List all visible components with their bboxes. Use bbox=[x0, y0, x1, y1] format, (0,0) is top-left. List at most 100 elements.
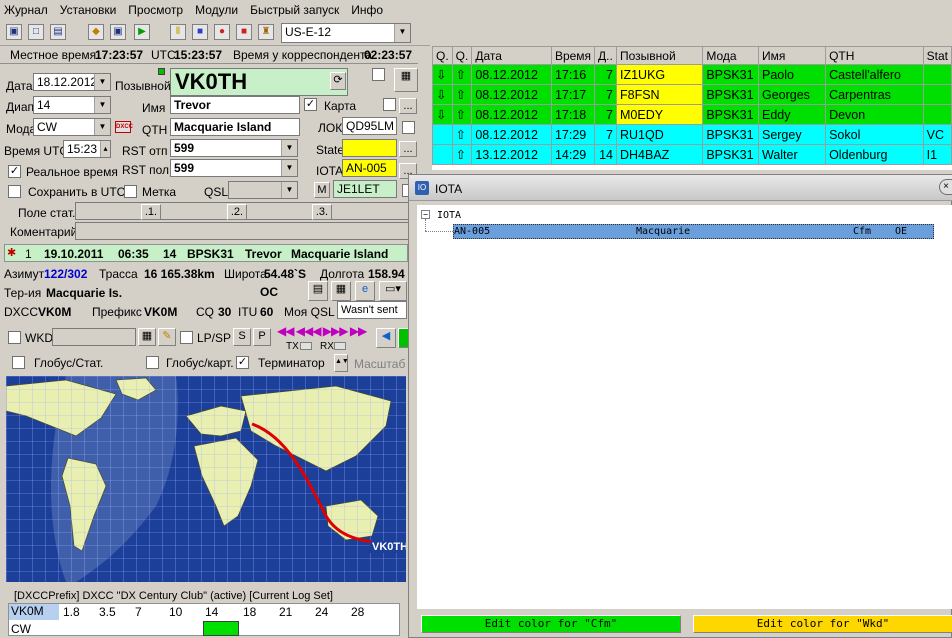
col-date[interactable]: Дата bbox=[471, 46, 552, 65]
qth-field[interactable]: Macquarie Island bbox=[170, 118, 300, 136]
refresh-icon[interactable]: ⟳ bbox=[330, 72, 346, 90]
scale-spinner[interactable]: ▲▼ bbox=[334, 354, 349, 372]
realtime-checkbox[interactable]: ✓ bbox=[8, 165, 21, 178]
callsign-field[interactable]: VK0TH bbox=[170, 68, 348, 96]
chevron-down-icon[interactable]: ▼ bbox=[94, 119, 110, 135]
iota-title-bar[interactable]: IO IOTA × bbox=[409, 175, 952, 201]
stop-record-icon[interactable]: ■ bbox=[236, 24, 252, 40]
record-icon[interactable]: ● bbox=[214, 24, 230, 40]
document-icon[interactable]: ▤ bbox=[308, 281, 328, 301]
menu-quick-launch[interactable]: Быстрый запуск bbox=[250, 3, 339, 17]
col-name[interactable]: Имя bbox=[757, 46, 827, 65]
qsl-select[interactable]: ▼ bbox=[228, 181, 298, 199]
wkd-checkbox[interactable] bbox=[8, 331, 21, 344]
log-table[interactable]: Q. Q. Дата Время Д.. Позывной Мода Имя Q… bbox=[432, 46, 952, 170]
name-field[interactable]: Trevor bbox=[170, 96, 300, 114]
manager-field[interactable]: JE1LET bbox=[333, 180, 397, 198]
mark-checkbox[interactable] bbox=[124, 185, 137, 198]
disk-icon[interactable]: ▣ bbox=[110, 24, 126, 40]
world-map[interactable]: VK0TH bbox=[6, 376, 406, 582]
edit-cfm-color-button[interactable]: Edit color for "Cfm" bbox=[421, 615, 681, 633]
iota-root-node[interactable]: IOTA bbox=[437, 209, 461, 223]
iota-selected-node[interactable]: AN-005 Macquarie Cfm OE bbox=[453, 224, 934, 239]
chevron-down-icon[interactable]: ▼ bbox=[281, 160, 297, 176]
close-icon[interactable]: × bbox=[939, 179, 952, 195]
date-field[interactable]: 18.12.2012 ▼ bbox=[33, 73, 111, 91]
stop-icon[interactable]: ■ bbox=[192, 24, 208, 40]
rst-rcvd-field[interactable]: 599 ▼ bbox=[170, 159, 298, 177]
collapse-icon[interactable]: − bbox=[421, 210, 430, 219]
stat-field-3-button[interactable]: .3. bbox=[312, 204, 332, 220]
save-utc-checkbox[interactable] bbox=[8, 185, 21, 198]
map-checkbox[interactable]: ✓ bbox=[304, 98, 317, 111]
edit-wkd-color-button[interactable]: Edit color for "Wkd" bbox=[693, 615, 952, 633]
col-callsign[interactable]: Позывной bbox=[615, 46, 704, 65]
state-more-button[interactable]: ... bbox=[399, 141, 417, 157]
chevron-down-icon[interactable]: ▼ bbox=[94, 97, 110, 113]
table-row[interactable]: ⇩ ⇧ 08.12.2012 17:17 7 F8FSN BPSK31 Georg… bbox=[432, 84, 952, 105]
col-stat[interactable]: Stat bbox=[922, 46, 952, 65]
spinner-icon[interactable]: ▴ bbox=[100, 141, 110, 157]
browser-icon[interactable]: e bbox=[355, 281, 375, 301]
col-band[interactable]: Д.. bbox=[594, 46, 617, 65]
grid-icon[interactable]: ▦ bbox=[138, 328, 156, 346]
state-field[interactable] bbox=[342, 139, 397, 157]
comment-field[interactable] bbox=[75, 222, 412, 240]
callsign-checkbox[interactable] bbox=[372, 68, 385, 81]
edit-icon[interactable]: ✎ bbox=[158, 328, 176, 346]
arrow-left-icon[interactable]: ◀ bbox=[376, 328, 396, 348]
manager-button[interactable]: M bbox=[314, 182, 330, 198]
film-icon[interactable]: ▤ bbox=[50, 24, 66, 40]
terminator-checkbox[interactable]: ✓ bbox=[236, 356, 249, 369]
menu-settings[interactable]: Установки bbox=[60, 3, 116, 17]
col-q2[interactable]: Q. bbox=[451, 46, 473, 65]
rewind-icons[interactable]: ◀◀ ◀◀◀ ▶▶▶ ▶▶ bbox=[277, 324, 367, 338]
previous-qso-row[interactable]: ✱ 1 19.10.2011 06:35 14 BPSK31 Trevor Ma… bbox=[4, 244, 408, 262]
p-button[interactable]: P bbox=[253, 328, 271, 346]
time-field[interactable]: 15:23 ▴ bbox=[63, 140, 111, 158]
rst-sent-field[interactable]: 599 ▼ bbox=[170, 139, 298, 157]
col-q1[interactable]: Q. bbox=[432, 46, 453, 65]
menu-modules[interactable]: Модули bbox=[195, 3, 238, 17]
globe-stat-checkbox[interactable] bbox=[12, 356, 25, 369]
chevron-down-icon[interactable]: ▼ bbox=[281, 140, 297, 156]
mode-select[interactable]: CW ▼ bbox=[33, 118, 111, 136]
col-time[interactable]: Время bbox=[550, 46, 596, 65]
col-mode[interactable]: Мода bbox=[702, 46, 759, 65]
table-row[interactable]: ⇧ 08.12.2012 17:29 7 RU1QD BPSK31 Sergey… bbox=[432, 124, 952, 145]
more-button[interactable]: ... bbox=[399, 98, 417, 114]
my-qsl-select[interactable]: Wasn't sent bbox=[337, 301, 407, 319]
menu-view[interactable]: Просмотр bbox=[128, 3, 183, 17]
swap-icon[interactable]: ◆ bbox=[88, 24, 104, 40]
new-icon[interactable]: □ bbox=[28, 24, 44, 40]
dxcc-icon[interactable]: DXCC bbox=[115, 121, 133, 133]
locator-field[interactable]: QD95LM bbox=[342, 117, 397, 135]
chevron-down-icon[interactable]: ▼ bbox=[281, 182, 297, 198]
save-icon[interactable]: ▣ bbox=[6, 24, 22, 40]
confirmed-band-cell[interactable] bbox=[203, 621, 239, 636]
locator-checkbox[interactable] bbox=[402, 121, 415, 134]
stat-field-2-button[interactable]: .2. bbox=[227, 204, 247, 220]
iota-field[interactable]: AN-005 bbox=[342, 159, 397, 177]
menu-info[interactable]: Инфо bbox=[351, 3, 383, 17]
pause-icon[interactable]: Ⅱ bbox=[170, 24, 186, 40]
map-icon[interactable]: ▦ bbox=[331, 281, 351, 301]
globe-map-checkbox[interactable] bbox=[146, 356, 159, 369]
band-select[interactable]: 14 ▼ bbox=[33, 96, 111, 114]
table-row[interactable]: ⇧ 13.12.2012 14:29 14 DH4BAZ BPSK31 Walt… bbox=[432, 144, 952, 165]
play-icon[interactable]: ▶ bbox=[134, 24, 150, 40]
contest-select[interactable]: US-E-12 ▼ bbox=[281, 23, 411, 43]
stat-field-1-button[interactable]: .1. bbox=[141, 204, 161, 220]
s-button[interactable]: S bbox=[233, 328, 251, 346]
menu-log[interactable]: Журнал bbox=[4, 3, 48, 17]
basket-icon[interactable]: ♜ bbox=[258, 24, 274, 40]
qsl-card-icon[interactable]: ▦ bbox=[394, 68, 418, 92]
table-row[interactable]: ⇩ ⇧ 08.12.2012 17:16 7 IZ1UKG BPSK31 Paol… bbox=[432, 64, 952, 85]
screen-icon[interactable]: ▭▾ bbox=[379, 281, 407, 301]
map-extra-checkbox[interactable] bbox=[383, 98, 396, 111]
chevron-down-icon[interactable]: ▼ bbox=[94, 74, 110, 90]
chevron-down-icon[interactable]: ▼ bbox=[394, 24, 410, 42]
lpsp-checkbox[interactable] bbox=[180, 331, 193, 344]
table-row[interactable]: ⇩ ⇧ 08.12.2012 17:18 7 M0EDY BPSK31 Eddy … bbox=[432, 104, 952, 125]
col-qth[interactable]: QTH bbox=[825, 46, 924, 65]
